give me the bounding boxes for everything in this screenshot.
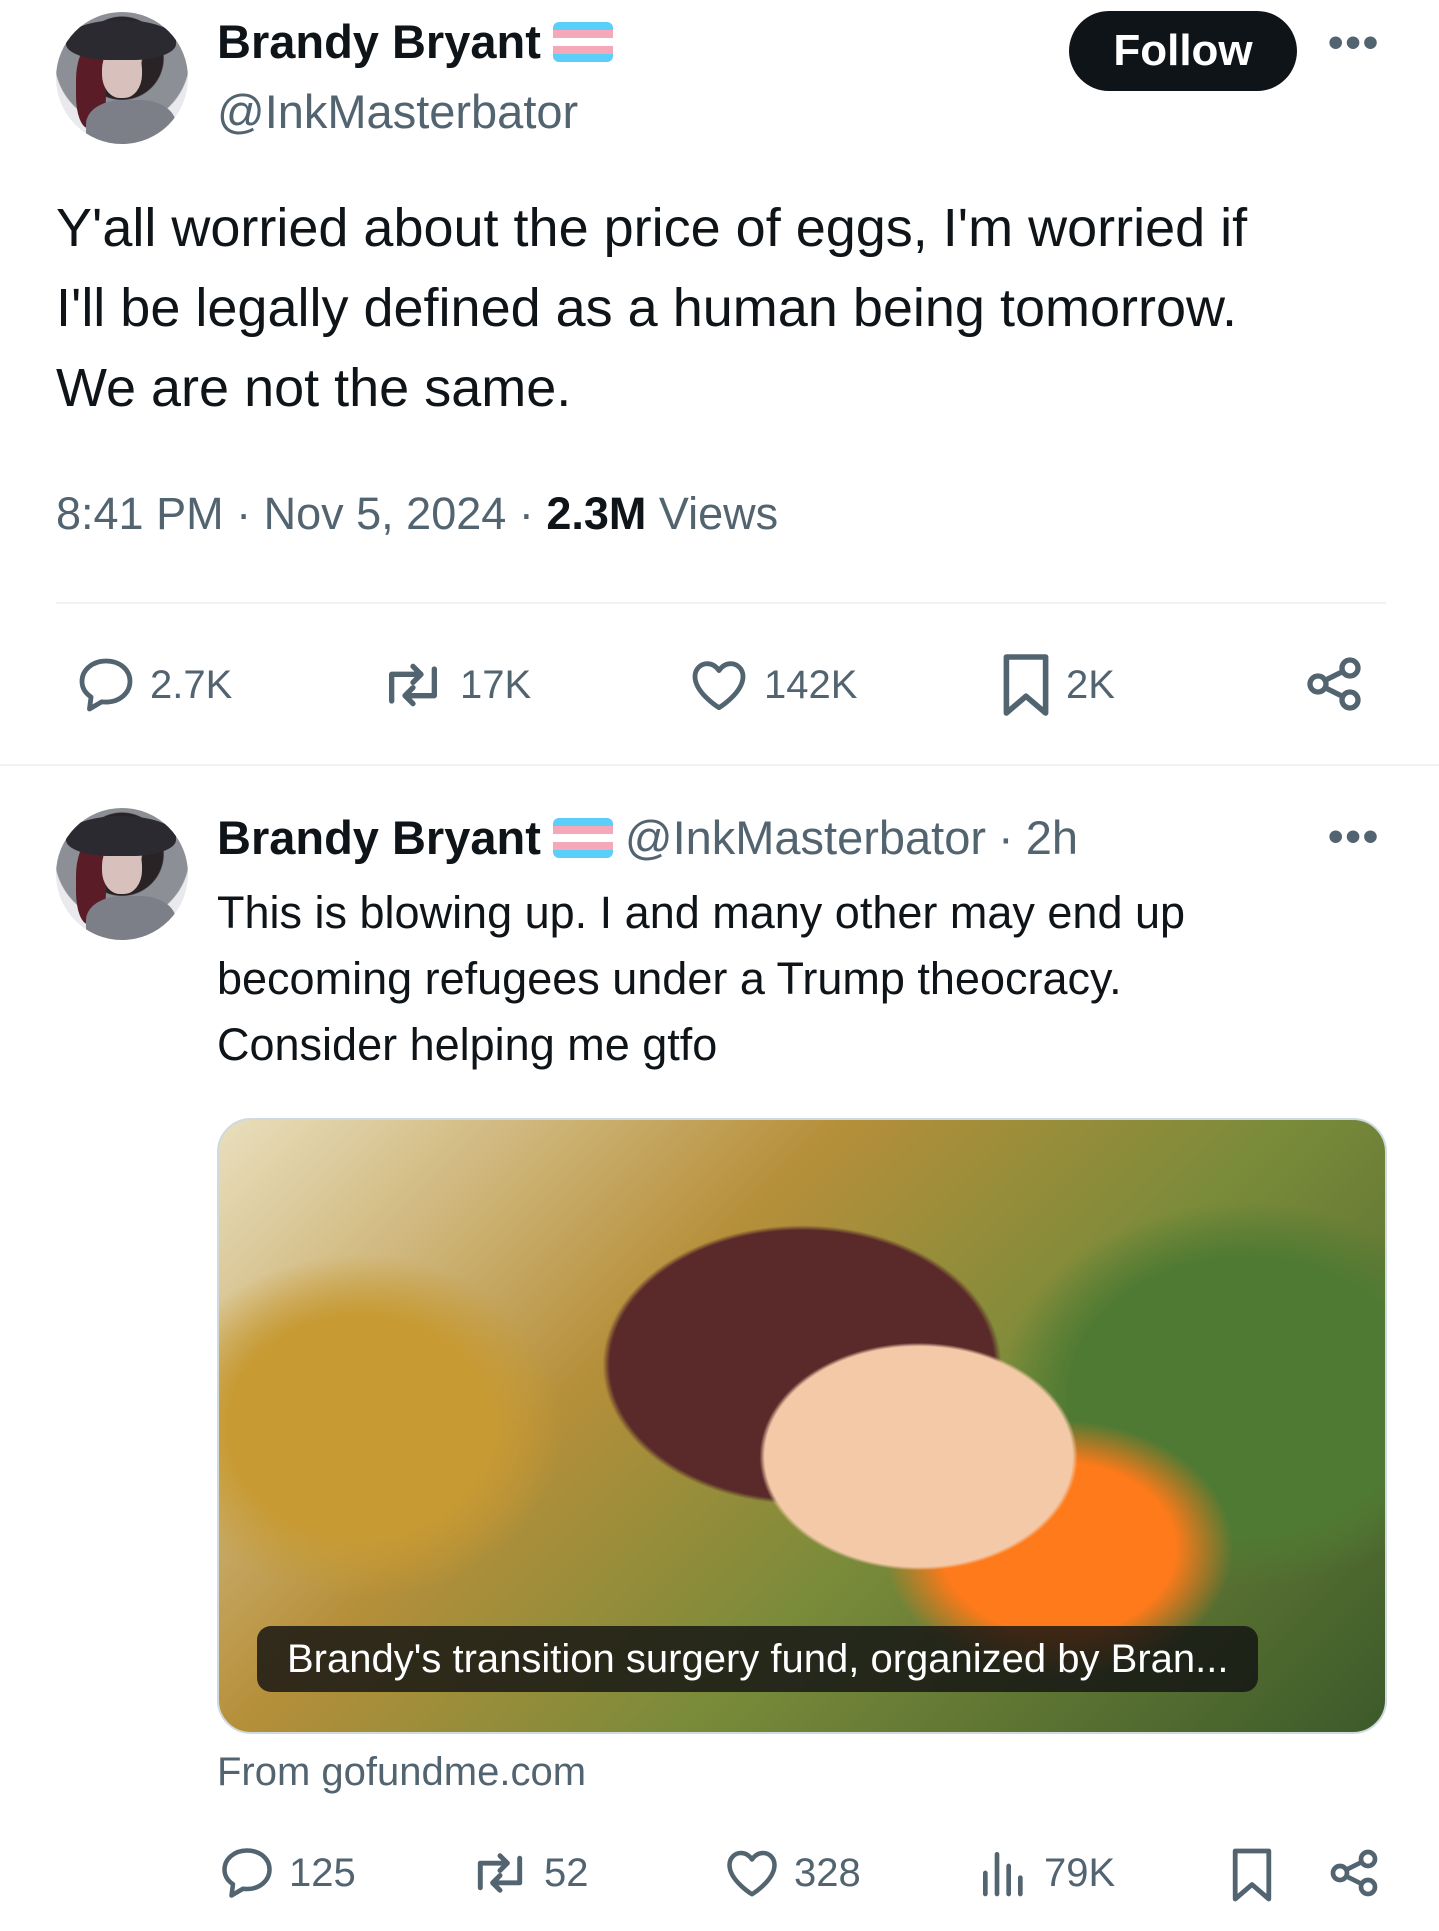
meta-separator: · [236,488,252,539]
reply-more-options-icon[interactable]: ••• [1328,812,1380,862]
tweet-date[interactable]: Nov 5, 2024 [264,488,507,539]
reply-like-button[interactable]: 328 [722,1843,861,1903]
reply-like-count: 328 [794,1850,861,1895]
trans-flag-icon [552,817,613,858]
author-name-row: Brandy Bryant [217,14,613,69]
reply-author-handle[interactable]: @InkMasterbator [625,810,986,865]
reply-button[interactable]: 2.7K [74,653,232,717]
bookmark-icon [1003,654,1049,716]
heart-icon [727,1850,777,1897]
bookmark-button[interactable]: 2K [998,650,1115,720]
reply-views-button[interactable]: 79K [976,1843,1115,1903]
link-card-source[interactable]: From gofundme.com [217,1750,586,1795]
link-card-caption: Brandy's transition surgery fund, organi… [257,1626,1259,1692]
views-label: Views [658,488,779,539]
share-button[interactable] [1302,652,1366,721]
reply-author-avatar[interactable] [56,808,188,940]
repost-button[interactable]: 17K [378,653,531,717]
author-avatar[interactable] [56,12,188,144]
meta-separator: · [998,811,1014,864]
author-handle[interactable]: @InkMasterbator [217,84,578,139]
views-count: 2.3M [546,488,647,539]
heart-icon [692,661,746,711]
tweet-divider [0,764,1439,766]
meta-separator: · [518,488,534,539]
reply-share-button[interactable] [1326,1845,1382,1906]
reply-icon [79,658,133,712]
reply-age[interactable]: 2h [1026,810,1078,865]
reply-line: becoming refugees under a Trump theocrac… [217,953,1122,1004]
reply-line: Consider helping me gtfo [217,1019,718,1070]
reply-icon [222,1848,272,1898]
tweet-line: Y'all worried about the price of eggs, I… [56,198,1248,258]
like-button[interactable]: 142K [686,653,857,717]
reply-reply-count: 125 [289,1850,356,1895]
tweet-text: Y'all worried about the price of eggs, I… [56,188,1396,428]
meta-divider [56,602,1386,604]
tweet-line: We are not the same. [56,358,572,418]
repost-icon [477,1853,523,1893]
like-count: 142K [764,662,858,707]
link-card[interactable]: Brandy's transition surgery fund, organi… [217,1118,1387,1734]
reply-count: 2.7K [150,662,233,707]
reply-repost-button[interactable]: 52 [468,1843,589,1903]
tweet-meta: 8:41 PM · Nov 5, 2024 · 2.3M Views [56,488,778,540]
reply-text: This is blowing up. I and many other may… [217,880,1397,1078]
trans-flag-icon [552,21,613,62]
author-name[interactable]: Brandy Bryant [217,14,541,69]
reply-reply-button[interactable]: 125 [217,1843,356,1903]
bookmark-icon [1232,1848,1272,1902]
views-chart-icon [983,1852,1023,1897]
reply-views-count: 79K [1044,1850,1116,1895]
repost-count: 17K [460,662,532,707]
tweet-time[interactable]: 8:41 PM [56,488,224,539]
tweet-line: I'll be legally defined as a human being… [56,278,1238,338]
share-icon [1330,1849,1378,1897]
reply-author-name[interactable]: Brandy Bryant [217,810,541,865]
bookmark-count: 2K [1066,662,1115,707]
share-icon [1307,657,1361,711]
reply-header: Brandy Bryant @InkMasterbator · 2h [217,810,1078,865]
reply-repost-count: 52 [544,1850,589,1895]
repost-icon [388,663,437,707]
more-options-icon[interactable]: ••• [1328,18,1380,68]
follow-button[interactable]: Follow [1069,11,1297,91]
reply-bookmark-button[interactable] [1228,1845,1276,1910]
reply-line: This is blowing up. I and many other may… [217,887,1186,938]
